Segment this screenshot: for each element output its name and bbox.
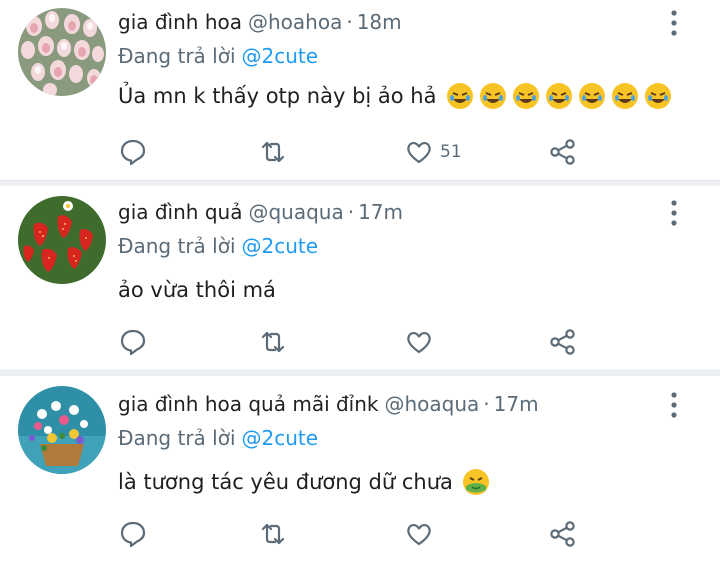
share-button[interactable] bbox=[548, 326, 578, 358]
retweet-button[interactable] bbox=[258, 136, 288, 168]
tweet-actions bbox=[118, 326, 598, 358]
tweet-text-content: là tương tác yêu đương dữ chưa bbox=[118, 470, 453, 494]
timestamp[interactable]: 18m bbox=[357, 10, 402, 34]
nauseated-emoji bbox=[462, 468, 490, 496]
rofl-emoji bbox=[611, 82, 639, 110]
mention-link[interactable]: @2cute bbox=[242, 44, 319, 68]
like-button[interactable] bbox=[404, 326, 434, 358]
retweet-button[interactable] bbox=[258, 518, 288, 550]
user-handle[interactable]: @hoaqua bbox=[385, 392, 480, 416]
tweet-header: gia đình hoa @hoahoa · 18m bbox=[118, 10, 402, 34]
tweet-header: gia đình quả @quaqua · 17m bbox=[118, 200, 403, 224]
timestamp[interactable]: 17m bbox=[358, 200, 403, 224]
replying-to-label: Đang trả lời bbox=[118, 44, 236, 68]
replying-to: Đang trả lời @2cute bbox=[118, 426, 318, 450]
rofl-emoji bbox=[644, 82, 672, 110]
tweet-header: gia đình hoa quả mãi đỉnk @hoaqua · 17m bbox=[118, 392, 539, 416]
avatar[interactable] bbox=[18, 196, 106, 284]
rofl-emoji bbox=[479, 82, 507, 110]
user-handle[interactable]: @quaqua bbox=[248, 200, 343, 224]
mention-link[interactable]: @2cute bbox=[242, 234, 319, 258]
retweet-icon bbox=[261, 331, 285, 353]
display-name[interactable]: gia đình hoa bbox=[118, 10, 242, 34]
tweet-text-content: Ủa mn k thấy otp này bị ảo hả bbox=[118, 84, 437, 108]
replying-to: Đang trả lời @2cute bbox=[118, 234, 318, 258]
replying-to-label: Đang trả lời bbox=[118, 234, 236, 258]
rofl-emoji bbox=[446, 82, 474, 110]
heart-icon bbox=[407, 523, 431, 546]
display-name[interactable]: gia đình hoa quả mãi đỉnk bbox=[118, 392, 379, 416]
like-button[interactable] bbox=[404, 518, 434, 550]
heart-icon bbox=[407, 331, 431, 354]
reply-button[interactable] bbox=[118, 326, 148, 358]
more-vertical-icon bbox=[671, 200, 677, 226]
reply-button[interactable] bbox=[118, 136, 148, 168]
rofl-emoji bbox=[545, 82, 573, 110]
tweet-3[interactable]: gia đình hoa quả mãi đỉnk @hoaqua · 17m Đan… bbox=[0, 376, 720, 561]
retweet-icon bbox=[261, 141, 285, 163]
avatar[interactable] bbox=[18, 8, 106, 96]
tweet-2[interactable]: gia đình quả @quaqua · 17m Đang trả lời @2cu… bbox=[0, 186, 720, 370]
separator-dot: · bbox=[347, 200, 355, 224]
tweet-text: là tương tác yêu đương dữ chưa bbox=[118, 468, 490, 496]
rofl-emoji bbox=[578, 82, 606, 110]
share-button[interactable] bbox=[548, 518, 578, 550]
share-icon bbox=[550, 329, 575, 355]
more-options-button[interactable] bbox=[664, 198, 684, 228]
tweet-actions bbox=[118, 518, 598, 550]
share-button[interactable] bbox=[548, 136, 578, 168]
more-options-button[interactable] bbox=[664, 8, 684, 38]
more-vertical-icon bbox=[671, 392, 677, 418]
timestamp[interactable]: 17m bbox=[494, 392, 539, 416]
share-icon bbox=[550, 521, 575, 547]
separator-dot: · bbox=[483, 392, 490, 416]
reply-button[interactable] bbox=[118, 518, 148, 550]
like-count: 51 bbox=[440, 142, 462, 162]
tweet-text-content: ảo vừa thôi má bbox=[118, 278, 276, 302]
more-vertical-icon bbox=[671, 10, 677, 36]
heart-icon bbox=[407, 141, 431, 164]
tweet-1[interactable]: gia đình hoa @hoahoa · 18m Đang trả lời @2cu… bbox=[0, 0, 720, 182]
mention-link[interactable]: @2cute bbox=[242, 426, 319, 450]
share-icon bbox=[550, 139, 575, 165]
tweet-text: Ủa mn k thấy otp này bị ảo hả bbox=[118, 82, 672, 110]
replying-to-label: Đang trả lời bbox=[118, 426, 236, 450]
retweet-button[interactable] bbox=[258, 326, 288, 358]
user-handle[interactable]: @hoahoa bbox=[248, 10, 342, 34]
comment-icon bbox=[120, 139, 146, 166]
tweet-actions: 51 bbox=[118, 136, 598, 168]
rofl-emoji bbox=[512, 82, 540, 110]
more-options-button[interactable] bbox=[664, 390, 684, 420]
comment-icon bbox=[120, 329, 146, 356]
display-name[interactable]: gia đình quả bbox=[118, 200, 242, 224]
separator-dot: · bbox=[346, 10, 353, 34]
retweet-icon bbox=[261, 523, 285, 545]
avatar[interactable] bbox=[18, 386, 106, 474]
like-button[interactable]: 51 bbox=[404, 136, 462, 168]
comment-icon bbox=[120, 521, 146, 548]
replying-to: Đang trả lời @2cute bbox=[118, 44, 318, 68]
tweet-text: ảo vừa thôi má bbox=[118, 278, 276, 302]
